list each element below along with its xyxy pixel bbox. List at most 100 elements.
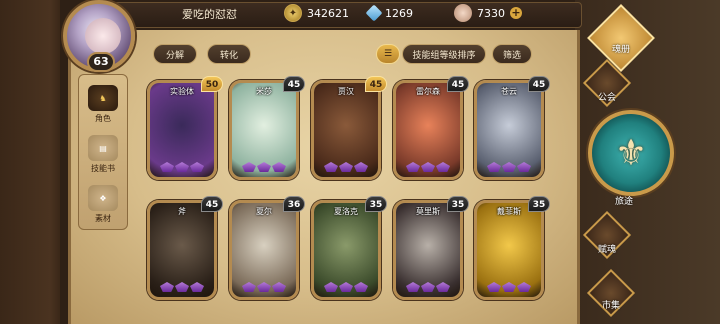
rank-gem-icon [517, 282, 531, 292]
rank-gem-icon [354, 162, 368, 172]
material-icon: ❖ [88, 185, 118, 211]
decompose-button[interactable]: 分解 [153, 44, 197, 64]
player-name: 爱吃的怼怼 [182, 8, 237, 21]
rank-gem-icon [175, 162, 189, 172]
character-icon: ♞ [88, 85, 118, 111]
rank-gem-icon [487, 162, 501, 172]
market-label: 市集 [601, 301, 620, 311]
stone-resource: 7330 + [454, 3, 522, 23]
rank-gem-icon [354, 282, 368, 292]
hero-level-badge: 50 [201, 76, 223, 92]
hero-rank-gems [487, 282, 531, 294]
hero-rank-gems [406, 282, 450, 294]
hero-rank-gems [242, 162, 286, 174]
rank-gem-icon [324, 282, 338, 292]
hero-level-badge: 45 [528, 76, 550, 92]
hero-rank-gems [324, 282, 368, 294]
hero-rank-gems [160, 162, 204, 174]
rank-gem-icon [175, 282, 189, 292]
gem-amount: 1269 [385, 6, 413, 20]
hero-rank-gems [242, 282, 286, 294]
rank-gem-icon [339, 282, 353, 292]
hero-rank-gems [406, 162, 450, 174]
rank-gem-icon [339, 162, 353, 172]
hero-rank-gems [160, 282, 204, 294]
rank-gem-icon [517, 162, 531, 172]
rank-gem-icon [421, 282, 435, 292]
soul-book-button[interactable]: 魂册 [586, 4, 656, 72]
rank-gem-icon [272, 162, 286, 172]
soul-book-label: 魂册 [611, 45, 630, 55]
rank-gem-icon [242, 162, 256, 172]
tab-materials-label: 素材 [95, 214, 111, 223]
rank-gem-icon [421, 162, 435, 172]
hero-level-badge: 45 [283, 76, 305, 92]
rank-gem-icon [406, 282, 420, 292]
hero-card[interactable]: 雷尔森 [393, 80, 463, 180]
hero-level-badge: 35 [447, 196, 469, 212]
filter-button[interactable]: 筛选 [492, 44, 532, 64]
gold-coin-icon: ✦ [284, 4, 302, 22]
sort-toggle-button[interactable]: ☰ [376, 44, 400, 64]
gold-amount: 342621 [307, 6, 349, 20]
hero-card[interactable]: 实验体 [147, 80, 217, 180]
rank-gem-icon [160, 162, 174, 172]
market-button[interactable]: 市集 [586, 268, 636, 318]
bond-button[interactable]: 赋魂 [582, 210, 632, 260]
rank-gem-icon [272, 282, 286, 292]
hero-card[interactable]: 戴菲斯 [474, 200, 544, 300]
hero-rank-gems [324, 162, 368, 174]
tab-materials[interactable]: ❖ 素材 [80, 178, 126, 226]
convert-button[interactable]: 转化 [207, 44, 251, 64]
rank-gem-icon [436, 282, 450, 292]
journey-label: 旅途 [615, 197, 634, 207]
crystal-icon [365, 4, 383, 22]
tab-characters[interactable]: ♞ 角色 [80, 78, 126, 126]
rank-gem-icon [436, 162, 450, 172]
rank-gem-icon [190, 162, 204, 172]
hero-card[interactable]: 莫里斯 [393, 200, 463, 300]
hero-level-badge: 45 [447, 76, 469, 92]
bond-label: 赋魂 [597, 245, 616, 255]
hero-card[interactable]: 夏洛克 [311, 200, 381, 300]
journey-button[interactable]: ⚜ [588, 110, 674, 196]
hero-card[interactable]: 贾汉 [311, 80, 381, 180]
sort-list-icon: ☰ [383, 49, 393, 59]
hero-level-badge: 45 [201, 196, 223, 212]
filter-label: 筛选 [502, 50, 521, 61]
hero-rank-gems [487, 162, 531, 174]
rank-gem-icon [487, 282, 501, 292]
hero-level-badge: 45 [365, 76, 387, 92]
avatar-portrait [85, 18, 121, 54]
convert-label: 转化 [219, 50, 238, 61]
rank-gem-icon [502, 282, 516, 292]
gem-resource: 1269 [365, 3, 413, 23]
player-level-badge: 63 [87, 52, 115, 72]
tab-characters-label: 角色 [95, 114, 111, 123]
rank-gem-icon [257, 282, 271, 292]
rank-gem-icon [406, 162, 420, 172]
skill-book-icon: ▤ [88, 135, 118, 161]
hero-card[interactable]: 苍云 [474, 80, 544, 180]
stone-amount: 7330 [477, 6, 505, 20]
guild-label: 公会 [597, 93, 616, 103]
rank-gem-icon [242, 282, 256, 292]
sort-by-skill-level-button[interactable]: 技能组等级排序 [402, 44, 486, 64]
stone-icon [454, 4, 472, 22]
gold-resource: ✦ 342621 [284, 3, 349, 23]
hero-level-badge: 35 [528, 196, 550, 212]
hero-level-badge: 36 [283, 196, 305, 212]
rank-gem-icon [502, 162, 516, 172]
tab-skill-books-label: 技能书 [91, 164, 115, 173]
hero-card[interactable]: 米莎 [229, 80, 299, 180]
hero-level-badge: 35 [365, 196, 387, 212]
add-stone-button[interactable]: + [510, 7, 522, 19]
journey-emblem-icon: ⚜ [614, 132, 648, 174]
hero-card[interactable]: 斧 [147, 200, 217, 300]
rank-gem-icon [257, 162, 271, 172]
tab-skill-books[interactable]: ▤ 技能书 [80, 128, 126, 176]
guild-button[interactable]: 公会 [582, 58, 632, 108]
decompose-label: 分解 [165, 50, 184, 61]
hero-card[interactable]: 夏尔 [229, 200, 299, 300]
sort-label: 技能组等级排序 [412, 50, 476, 61]
